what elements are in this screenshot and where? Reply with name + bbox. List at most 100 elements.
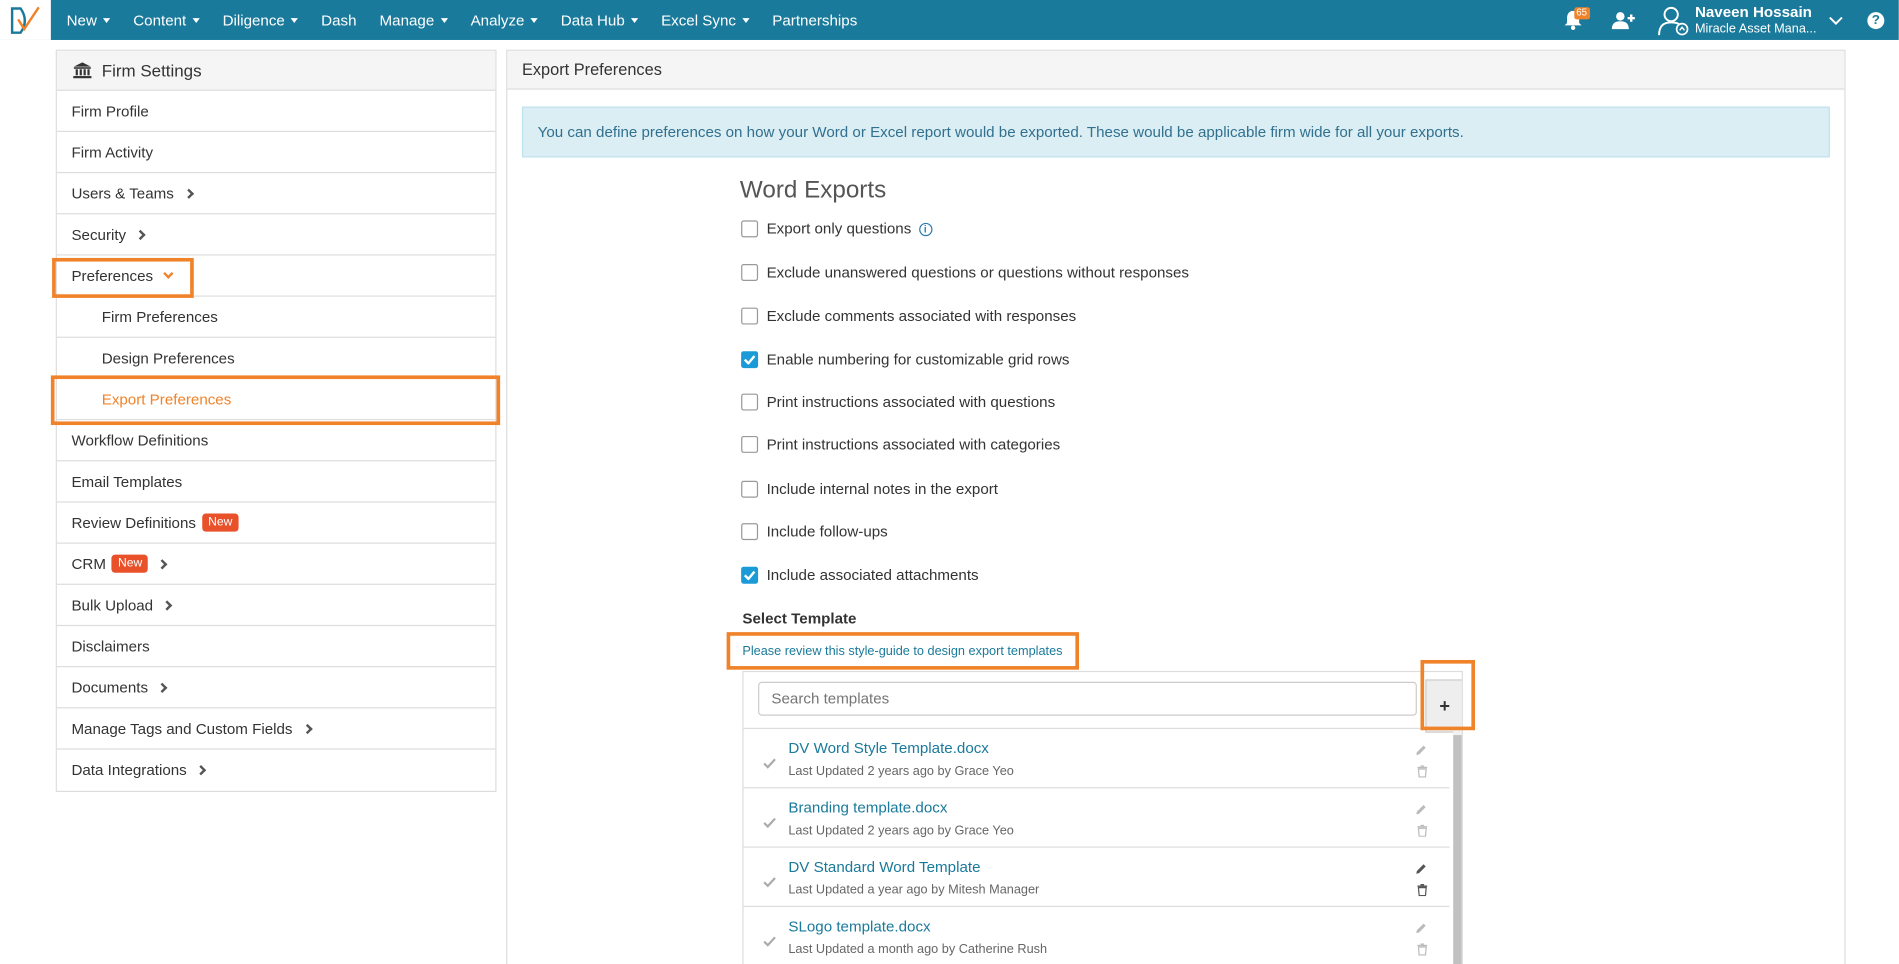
option-include-associated-attachments: Include associated attachments	[741, 566, 979, 584]
option-label: Exclude comments associated with respons…	[766, 307, 1077, 325]
chevron-right-icon	[183, 188, 194, 199]
notification-count-badge: 65	[1573, 7, 1590, 20]
app-logo[interactable]	[0, 0, 51, 40]
nav-item-manage[interactable]: Manage	[371, 0, 456, 40]
sidebar-item-disclaimers[interactable]: Disclaimers	[56, 626, 496, 668]
template-name-link[interactable]: DV Standard Word Template	[788, 859, 980, 876]
sidebar-item-manage-tags-and-custom-fields[interactable]: Manage Tags and Custom Fields	[56, 708, 496, 750]
sidebar-item-preferences[interactable]: Preferences	[56, 256, 496, 297]
user-organization: Miracle Asset Mana...	[1694, 21, 1817, 36]
sidebar-item-label: Workflow Definitions	[71, 431, 209, 449]
template-name-link[interactable]: SLogo template.docx	[788, 918, 930, 935]
pencil-icon[interactable]	[1414, 919, 1427, 941]
template-meta: Last Updated a month ago by Catherine Ru…	[788, 942, 1048, 957]
template-meta: Last Updated a year ago by Mitesh Manage…	[788, 882, 1040, 898]
option-label: Include internal notes in the export	[766, 480, 998, 498]
sidebar-item-design-preferences[interactable]: Design Preferences	[56, 338, 496, 380]
chevron-down-icon	[1829, 16, 1843, 25]
sidebar-item-firm-activity[interactable]: Firm Activity	[56, 132, 496, 174]
option-label: Print instructions associated with categ…	[766, 435, 1061, 453]
trash-icon[interactable]	[1417, 762, 1428, 784]
info-alert: You can define preferences on how your W…	[521, 106, 1830, 158]
nav-item-label: Dash	[321, 11, 357, 29]
trash-icon[interactable]	[1417, 880, 1428, 902]
chevron-right-icon	[196, 765, 207, 776]
nav-item-dash[interactable]: Dash	[313, 0, 365, 40]
caret-down-icon	[530, 17, 538, 23]
nav-item-analyze[interactable]: Analyze	[462, 0, 546, 40]
user-menu[interactable]: Naveen Hossain Miracle Asset Mana...	[1656, 3, 1843, 37]
pencil-icon[interactable]	[1414, 800, 1427, 822]
add-template-button[interactable]: +	[1425, 679, 1462, 733]
sidebar-item-documents[interactable]: Documents	[56, 667, 496, 709]
sidebar-item-firm-profile[interactable]: Firm Profile	[56, 91, 496, 132]
chevron-right-icon	[135, 229, 146, 240]
template-list-scrollbar[interactable]	[1453, 735, 1462, 964]
sidebar-item-label: Disclaimers	[71, 637, 150, 655]
template-name-link[interactable]: DV Word Style Template.docx	[788, 740, 989, 757]
sidebar-item-email-templates[interactable]: Email Templates	[56, 461, 496, 503]
nav-item-partnerships[interactable]: Partnerships	[764, 0, 866, 40]
option-include-internal-notes-in-the-export: Include internal notes in the export	[741, 480, 998, 498]
sidebar-item-bulk-upload[interactable]: Bulk Upload	[56, 585, 496, 627]
sidebar-item-review-definitions[interactable]: Review Definitions New	[56, 503, 496, 544]
info-icon[interactable]: i	[918, 222, 932, 236]
check-icon	[763, 931, 776, 953]
user-avatar-icon	[1657, 6, 1688, 35]
style-guide-link[interactable]: Please review this style-guide to design…	[742, 644, 1062, 659]
checkbox[interactable]	[741, 480, 759, 498]
nav-item-data-hub[interactable]: Data Hub	[552, 0, 646, 40]
template-row[interactable]: SLogo template.docx Last Updated a month …	[743, 905, 1450, 964]
nav-item-label: Diligence	[222, 11, 285, 29]
top-navbar: New Content Diligence Dash Manage Analyze Data…	[0, 0, 1899, 40]
option-label: Include associated attachments	[766, 566, 979, 584]
sidebar-item-crm[interactable]: CRM New	[56, 544, 496, 585]
word-exports-heading: Word Exports	[739, 176, 887, 204]
sidebar-item-security[interactable]: Security	[56, 214, 496, 256]
option-print-instructions-associated-with-categories: Print instructions associated with categ…	[741, 435, 1061, 453]
sidebar-item-workflow-definitions[interactable]: Workflow Definitions	[56, 420, 496, 462]
notifications-button[interactable]: 65	[1554, 0, 1590, 40]
sidebar-item-label: Email Templates	[71, 472, 183, 490]
trash-icon[interactable]	[1417, 940, 1428, 962]
team-button[interactable]	[1605, 10, 1641, 29]
template-row[interactable]: DV Word Style Template.docx Last Updated …	[743, 727, 1450, 787]
template-row[interactable]: DV Standard Word Template Last Updated a …	[743, 846, 1450, 905]
checkbox[interactable]	[741, 393, 759, 411]
caret-down-icon	[440, 17, 448, 23]
caret-down-icon	[630, 17, 639, 23]
checkbox[interactable]	[741, 220, 759, 238]
check-icon	[763, 813, 776, 835]
search-templates-input[interactable]	[758, 681, 1417, 716]
pencil-icon[interactable]	[1414, 741, 1427, 763]
template-row[interactable]: Branding template.docx Last Updated 2 yea…	[743, 787, 1450, 846]
checkbox[interactable]	[741, 566, 759, 584]
nav-item-label: New	[66, 11, 97, 29]
sidebar-item-label: Preferences	[71, 267, 154, 284]
template-picker: + DV Word Style Template.docx Last Update…	[742, 670, 1463, 964]
chevron-right-icon	[157, 558, 168, 569]
checkbox[interactable]	[741, 263, 759, 281]
checkbox[interactable]	[741, 307, 759, 325]
pencil-icon[interactable]	[1414, 860, 1427, 882]
export-preferences-panel: Export Preferences You can define prefer…	[506, 49, 1846, 964]
checkbox[interactable]	[741, 523, 759, 541]
sidebar-item-users-and-teams[interactable]: Users & Teams	[56, 173, 496, 215]
checkbox[interactable]	[741, 351, 759, 369]
sidebar-item-firm-preferences[interactable]: Firm Preferences	[56, 297, 496, 338]
option-exclude-comments-associated-with-responses: Exclude comments associated with respons…	[741, 307, 1077, 325]
chevron-right-icon	[157, 682, 168, 693]
nav-item-new[interactable]: New	[58, 0, 119, 40]
option-label: Enable numbering for customizable grid r…	[766, 351, 1070, 369]
nav-item-content[interactable]: Content	[125, 0, 208, 40]
select-template-label: Select Template	[742, 610, 857, 628]
checkbox[interactable]	[741, 435, 759, 453]
bank-icon	[73, 62, 92, 79]
nav-item-diligence[interactable]: Diligence	[214, 0, 307, 40]
nav-item-excel-sync[interactable]: Excel Sync	[653, 0, 758, 40]
help-icon[interactable]: ?	[1867, 11, 1885, 29]
sidebar-item-data-integrations[interactable]: Data Integrations	[57, 750, 495, 791]
trash-icon[interactable]	[1417, 821, 1428, 843]
sidebar-item-export-preferences[interactable]: Export Preferences	[56, 379, 496, 421]
template-name-link[interactable]: Branding template.docx	[788, 799, 947, 816]
